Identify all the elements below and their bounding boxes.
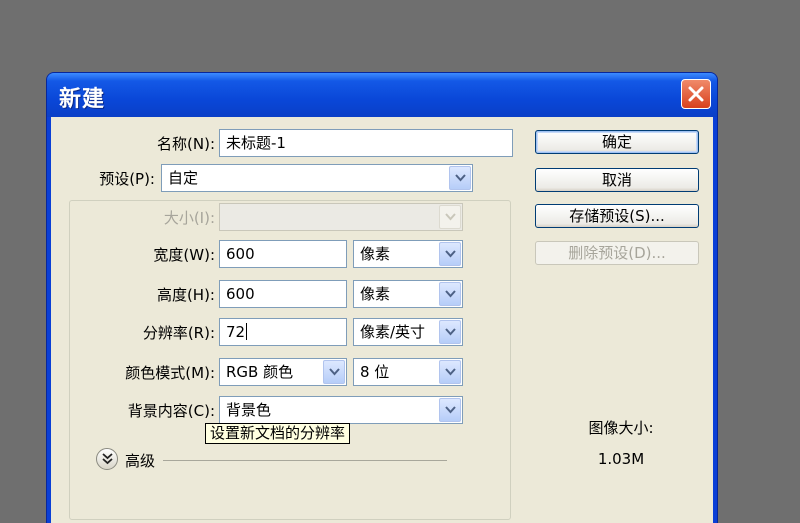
width-input[interactable]: 600	[219, 240, 347, 268]
color-mode-label: 颜色模式(M):	[125, 364, 215, 382]
advanced-toggle-button[interactable]	[96, 448, 118, 470]
text-cursor	[246, 323, 248, 340]
size-label: 大小(I):	[163, 209, 215, 227]
resolution-unit-dropdown-button[interactable]	[439, 320, 461, 344]
cancel-button[interactable]: 取消	[535, 168, 699, 192]
ok-button[interactable]: 确定	[535, 130, 699, 154]
delete-preset-button: 删除预设(D)...	[535, 241, 699, 265]
background-label: 背景内容(C):	[127, 402, 215, 420]
preset-dropdown-button[interactable]	[449, 166, 471, 190]
close-icon	[688, 86, 704, 102]
background-value: 背景色	[226, 401, 272, 419]
bit-depth-dropdown-button[interactable]	[439, 360, 461, 384]
chevron-down-icon	[445, 406, 456, 414]
height-unit-dropdown-button[interactable]	[439, 282, 461, 306]
preset-value: 自定	[168, 169, 199, 187]
dialog-title: 新建	[59, 87, 106, 112]
name-input[interactable]: 未标题-1	[219, 129, 513, 157]
height-unit-value: 像素	[360, 285, 391, 303]
title-bar[interactable]: 新建	[47, 73, 717, 117]
height-label: 高度(H):	[156, 286, 215, 304]
chevron-down-icon	[445, 328, 456, 336]
dialog-body: 名称(N): 未标题-1 预设(P): 自定 大小(I): 宽度(W): 600…	[51, 117, 713, 523]
size-select	[219, 203, 463, 231]
background-select[interactable]: 背景色	[219, 396, 463, 424]
advanced-label: 高级	[125, 452, 156, 470]
resolution-input[interactable]: 72	[219, 318, 347, 346]
resolution-unit-select[interactable]: 像素/英寸	[353, 318, 463, 346]
width-label: 宽度(W):	[153, 246, 215, 264]
bit-depth-select[interactable]: 8 位	[353, 358, 463, 386]
chevron-down-icon	[455, 174, 466, 182]
chevron-down-icon	[445, 213, 456, 221]
image-size-value: 1.03M	[597, 450, 645, 468]
double-chevron-down-icon	[102, 453, 113, 465]
color-mode-value: RGB 颜色	[226, 363, 294, 381]
new-document-dialog: 新建 名称(N): 未标题-1 预设(P): 自定 大小(I): 宽度(W): …	[47, 73, 717, 523]
size-dropdown-button	[439, 205, 461, 229]
close-button[interactable]	[681, 79, 711, 109]
image-size-label: 图像大小:	[588, 419, 654, 437]
width-unit-select[interactable]: 像素	[353, 240, 463, 268]
background-dropdown-button[interactable]	[439, 398, 461, 422]
chevron-down-icon	[445, 250, 456, 258]
name-label: 名称(N):	[157, 135, 215, 153]
width-unit-dropdown-button[interactable]	[439, 242, 461, 266]
resolution-tooltip: 设置新文档的分辨率	[205, 423, 351, 444]
height-input[interactable]: 600	[219, 280, 347, 308]
advanced-divider	[163, 460, 447, 461]
bit-depth-value: 8 位	[360, 363, 390, 381]
width-unit-value: 像素	[360, 245, 391, 263]
resolution-unit-value: 像素/英寸	[360, 323, 426, 341]
color-mode-dropdown-button[interactable]	[323, 360, 345, 384]
save-preset-button[interactable]: 存储预设(S)...	[535, 204, 699, 228]
preset-select[interactable]: 自定	[161, 164, 473, 192]
chevron-down-icon	[445, 368, 456, 376]
height-unit-select[interactable]: 像素	[353, 280, 463, 308]
color-mode-select[interactable]: RGB 颜色	[219, 358, 347, 386]
resolution-value: 72	[226, 323, 246, 341]
chevron-down-icon	[329, 368, 340, 376]
chevron-down-icon	[445, 290, 456, 298]
resolution-label: 分辨率(R):	[142, 324, 215, 342]
preset-label: 预设(P):	[91, 168, 157, 189]
